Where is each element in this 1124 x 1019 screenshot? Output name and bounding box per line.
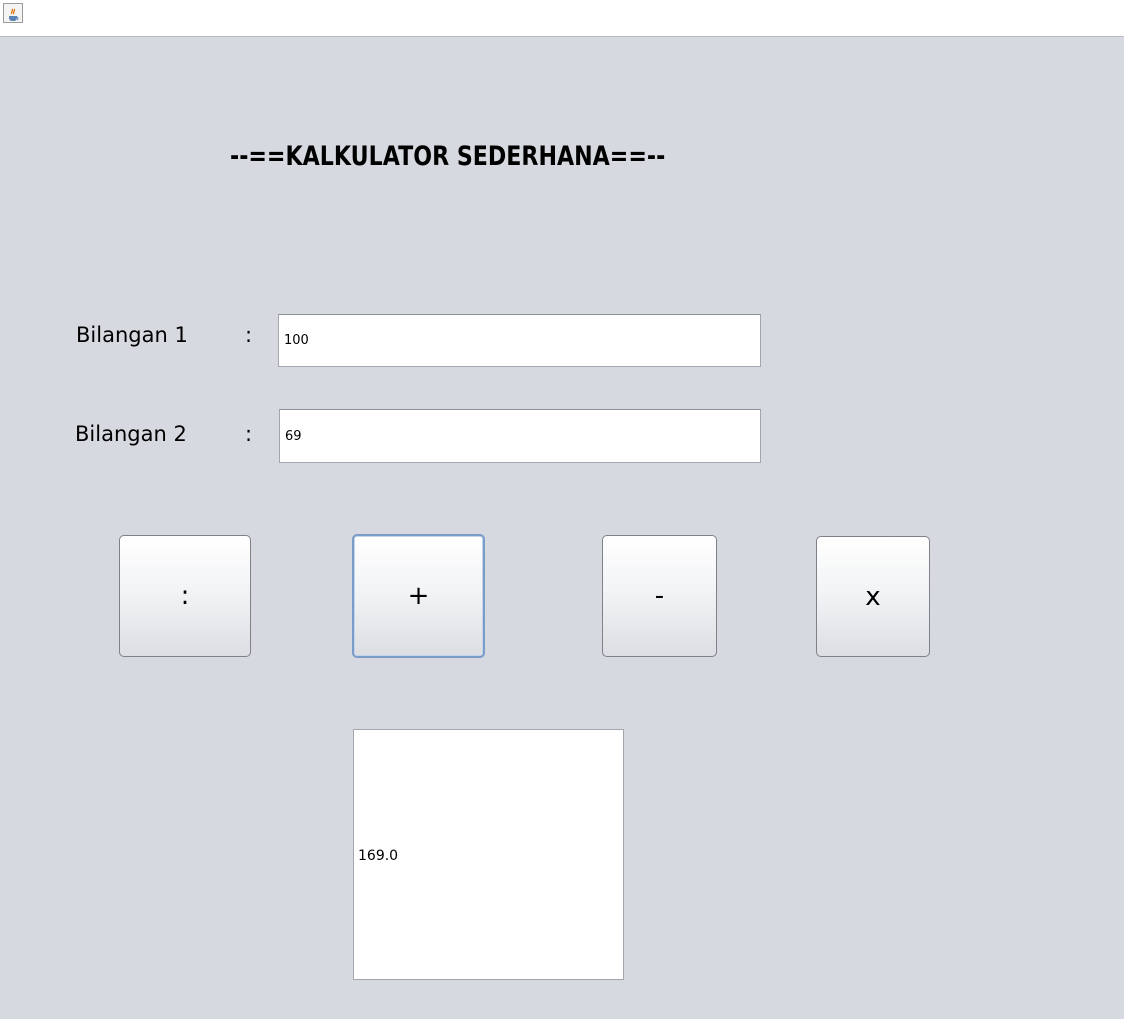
subtract-button-label: - — [654, 581, 665, 611]
title-bar — [0, 0, 1124, 34]
bilangan2-colon: : — [245, 422, 253, 446]
result-area[interactable]: 169.0 — [353, 729, 624, 980]
multiply-button-label: x — [865, 581, 881, 612]
bilangan2-input[interactable] — [279, 409, 761, 463]
java-cup-icon — [3, 3, 23, 23]
bilangan1-input[interactable] — [278, 314, 761, 367]
bilangan1-colon: : — [245, 323, 253, 347]
bilangan1-label: Bilangan 1 — [76, 323, 188, 347]
page-title: --==KALKULATOR SEDERHANA==-- — [230, 141, 666, 172]
subtract-button[interactable]: - — [602, 535, 717, 657]
result-value: 169.0 — [358, 848, 399, 864]
multiply-button[interactable]: x — [816, 536, 930, 657]
add-button[interactable]: + — [352, 534, 485, 658]
bilangan2-label: Bilangan 2 — [75, 422, 187, 446]
divide-button[interactable]: : — [119, 535, 251, 657]
divide-button-label: : — [180, 581, 190, 611]
add-button-label: + — [407, 581, 430, 611]
